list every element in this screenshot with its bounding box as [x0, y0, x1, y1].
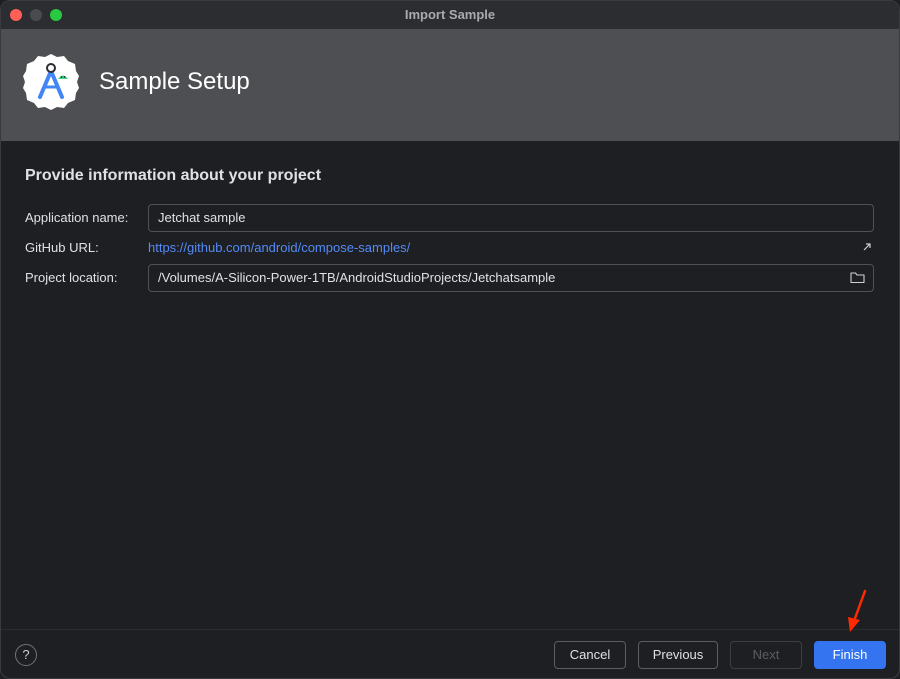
finish-button[interactable]: Finish: [814, 641, 886, 669]
github-url-link[interactable]: https://github.com/android/compose-sampl…: [148, 240, 410, 256]
project-location-label: Project location:: [25, 270, 118, 285]
folder-icon[interactable]: [850, 271, 865, 284]
project-location-field[interactable]: /Volumes/A-Silicon-Power-1TB/AndroidStud…: [148, 264, 874, 292]
next-button: Next: [730, 641, 802, 669]
footer-divider: [1, 629, 899, 630]
application-name-label: Application name:: [25, 210, 129, 225]
import-sample-dialog: Import Sample Sample Setup Provide infor…: [0, 0, 900, 679]
android-studio-logo-icon: [23, 54, 79, 110]
title-bar: Import Sample: [1, 1, 899, 30]
previous-button[interactable]: Previous: [638, 641, 718, 669]
help-button[interactable]: ?: [15, 644, 37, 666]
github-url-label: GitHub URL:: [25, 240, 99, 255]
annotation-arrow-icon: [848, 589, 867, 632]
page-title: Sample Setup: [99, 68, 250, 95]
external-link-icon[interactable]: [862, 242, 872, 252]
cancel-button[interactable]: Cancel: [554, 641, 626, 669]
application-name-field[interactable]: Jetchat sample: [148, 204, 874, 232]
window-title: Import Sample: [404, 7, 496, 22]
header-banner: Sample Setup: [1, 29, 899, 141]
section-heading: Provide information about your project: [25, 167, 322, 184]
project-location-value: /Volumes/A-Silicon-Power-1TB/AndroidStud…: [158, 270, 556, 285]
